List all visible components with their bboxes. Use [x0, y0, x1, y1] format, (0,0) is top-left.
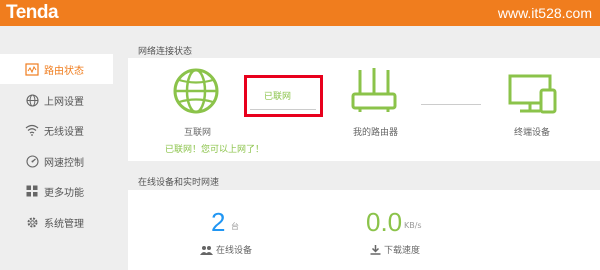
- sidebar-item-label: 更多功能: [44, 187, 84, 199]
- users-icon: [200, 245, 213, 255]
- router-icon: [351, 68, 397, 112]
- top-bar: Tenda www.it528.com: [0, 0, 600, 26]
- sidebar-item-speed-control[interactable]: 网速控制: [0, 146, 113, 176]
- router-label: 我的路由器: [353, 128, 399, 138]
- terminal-devices-icon: [508, 74, 557, 114]
- device-unit: 台: [231, 222, 239, 231]
- connection-line: [421, 104, 481, 105]
- download-icon: [370, 244, 381, 255]
- online-devices-label: 在线设备: [216, 246, 253, 256]
- sidebar-item-label: 上网设置: [44, 96, 84, 108]
- sidebar-item-label: 网速控制: [44, 157, 84, 169]
- wifi-icon: [25, 123, 39, 137]
- online-devices-link[interactable]: 在线设备: [200, 243, 252, 256]
- sidebar-item-wireless-settings[interactable]: 无线设置: [0, 115, 113, 145]
- sidebar-item-label: 路由状态: [44, 65, 84, 77]
- devices-label: 终端设备: [514, 128, 551, 138]
- internet-globe-icon: [173, 68, 219, 114]
- download-speed-label: 下载速度: [384, 246, 421, 256]
- internet-label: 互联网: [184, 128, 212, 138]
- connection-line: [250, 109, 316, 110]
- speedometer-icon: [25, 154, 39, 168]
- router-status-icon: [25, 62, 39, 76]
- device-count: 2: [211, 207, 226, 237]
- gear-icon: [25, 215, 39, 229]
- download-speed-label-wrap: 下载速度: [370, 243, 420, 256]
- sidebar-item-router-status[interactable]: 路由状态: [0, 54, 113, 84]
- sidebar-item-label: 无线设置: [44, 126, 84, 138]
- globe-icon: [25, 93, 39, 107]
- sidebar: 路由状态 上网设置 无线设置 网速控制 更多功能 系统管理: [0, 26, 113, 270]
- connection-status-message: 已联网！您可以上网了！: [165, 145, 265, 155]
- sidebar-item-internet-settings[interactable]: 上网设置: [0, 85, 113, 115]
- sidebar-item-system-management[interactable]: 系统管理: [0, 207, 113, 237]
- sidebar-item-more-features[interactable]: 更多功能: [0, 176, 113, 206]
- speed-unit: KB/s: [404, 221, 422, 230]
- online-devices-panel: [128, 190, 600, 270]
- download-speed: 0.0: [366, 207, 403, 237]
- brand-logo: Tenda: [6, 2, 59, 23]
- connection-state-text: 已联网: [264, 92, 292, 102]
- network-status-title: 网络连接状态: [138, 47, 193, 57]
- watermark-text: www.it528.com: [497, 5, 592, 21]
- online-devices-title: 在线设备和实时网速: [138, 178, 220, 188]
- sidebar-item-label: 系统管理: [44, 218, 84, 230]
- grid-icon: [25, 184, 39, 198]
